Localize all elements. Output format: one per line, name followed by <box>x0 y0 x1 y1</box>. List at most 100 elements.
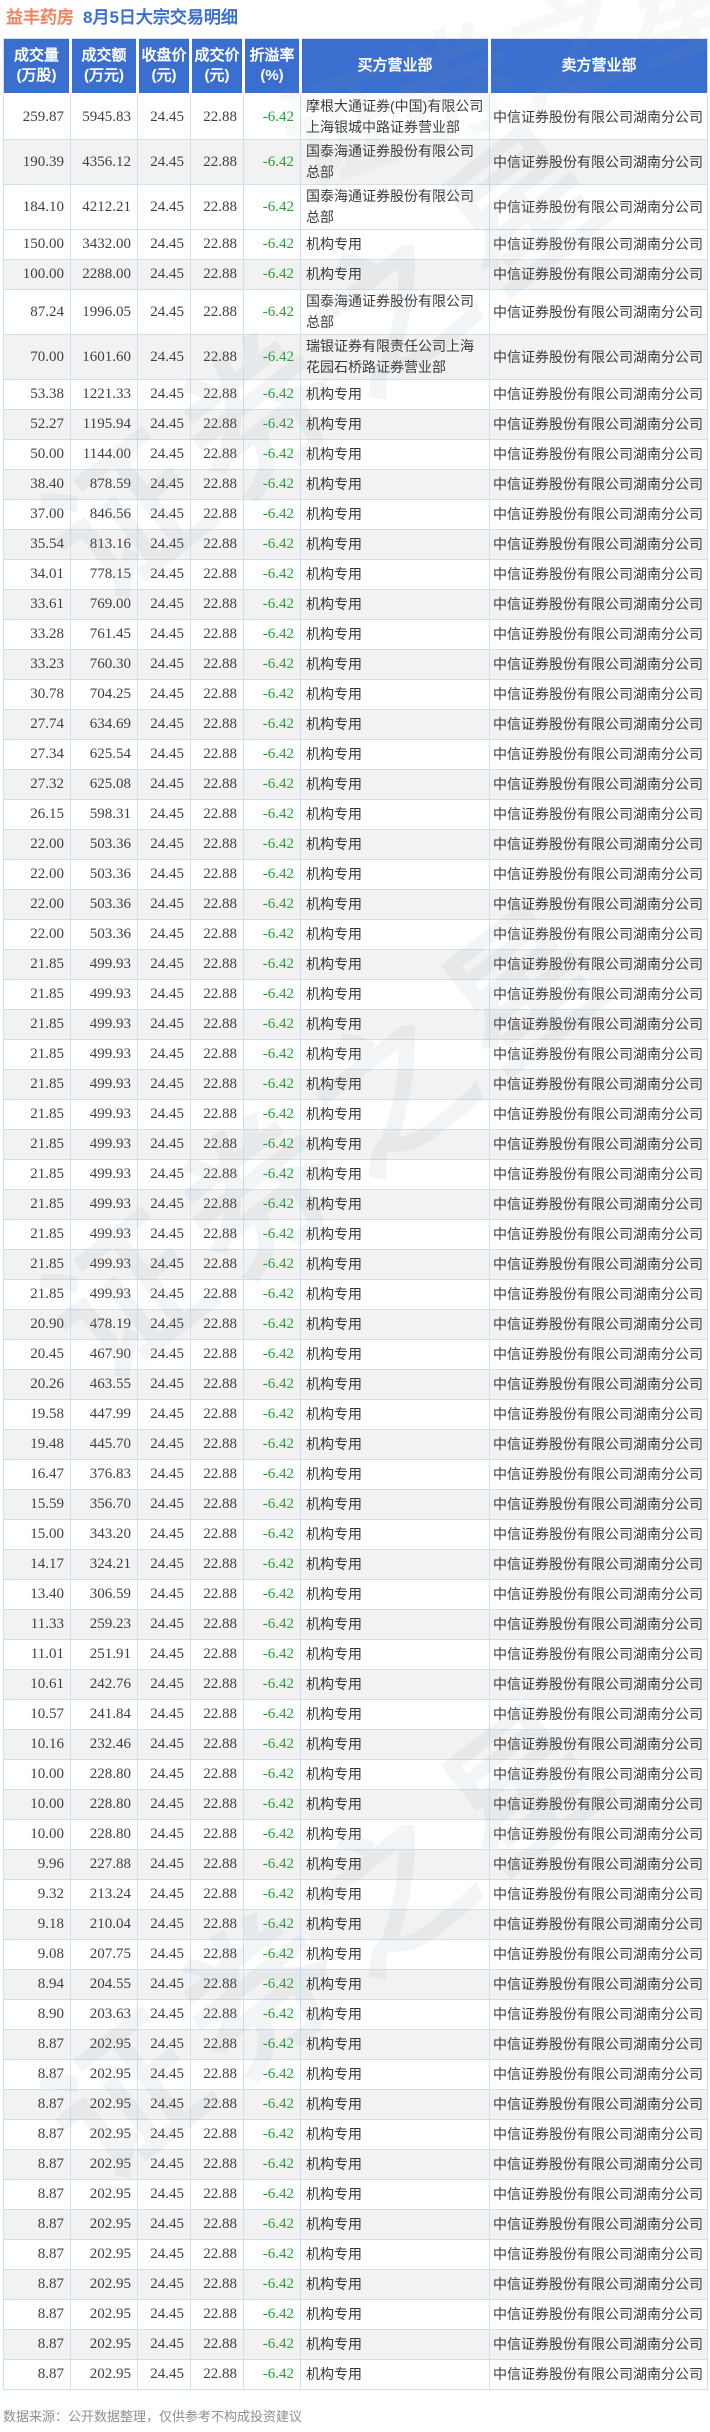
cell-buyer: 机构专用 <box>301 980 490 1010</box>
table-row: 10.00228.8024.4522.88-6.42机构专用中信证券股份有限公司… <box>4 1790 708 1820</box>
cell-buyer: 机构专用 <box>301 1970 490 2000</box>
cell-price: 22.88 <box>191 2120 244 2150</box>
table-row: 21.85499.9324.4522.88-6.42机构专用中信证券股份有限公司… <box>4 1220 708 1250</box>
cell-premium: -6.42 <box>244 1100 301 1130</box>
cell-price: 22.88 <box>191 2330 244 2360</box>
table-row: 26.15598.3124.4522.88-6.42机构专用中信证券股份有限公司… <box>4 800 708 830</box>
cell-buyer: 机构专用 <box>301 1070 490 1100</box>
cell-volume: 50.00 <box>4 440 71 470</box>
column-header-buyer: 买方营业部 <box>301 39 490 95</box>
cell-volume: 8.90 <box>4 2000 71 2030</box>
cell-premium: -6.42 <box>244 380 301 410</box>
cell-price: 22.88 <box>191 590 244 620</box>
cell-amount: 499.93 <box>71 1160 138 1190</box>
cell-seller: 中信证券股份有限公司湖南分公司 <box>490 1010 708 1040</box>
cell-buyer: 机构专用 <box>301 500 490 530</box>
cell-buyer: 机构专用 <box>301 1850 490 1880</box>
cell-price: 22.88 <box>191 2180 244 2210</box>
cell-close: 24.45 <box>138 1580 191 1610</box>
cell-buyer: 机构专用 <box>301 2090 490 2120</box>
cell-seller: 中信证券股份有限公司湖南分公司 <box>490 1070 708 1100</box>
table-row: 20.26463.5524.4522.88-6.42机构专用中信证券股份有限公司… <box>4 1370 708 1400</box>
cell-close: 24.45 <box>138 230 191 260</box>
cell-seller: 中信证券股份有限公司湖南分公司 <box>490 1430 708 1460</box>
table-row: 8.87202.9524.4522.88-6.42机构专用中信证券股份有限公司湖… <box>4 2210 708 2240</box>
cell-close: 24.45 <box>138 1040 191 1070</box>
cell-amount: 1221.33 <box>71 380 138 410</box>
cell-volume: 33.61 <box>4 590 71 620</box>
cell-premium: -6.42 <box>244 2330 301 2360</box>
cell-close: 24.45 <box>138 2030 191 2060</box>
cell-price: 22.88 <box>191 2240 244 2270</box>
cell-seller: 中信证券股份有限公司湖南分公司 <box>490 1760 708 1790</box>
cell-close: 24.45 <box>138 1850 191 1880</box>
cell-price: 22.88 <box>191 440 244 470</box>
cell-seller: 中信证券股份有限公司湖南分公司 <box>490 2000 708 2030</box>
table-row: 190.394356.1224.4522.88-6.42国泰海通证券股份有限公司… <box>4 140 708 185</box>
cell-amount: 202.95 <box>71 2060 138 2090</box>
table-body: 259.875945.8324.4522.88-6.42摩根大通证券(中国)有限… <box>4 94 708 2390</box>
table-row: 8.87202.9524.4522.88-6.42机构专用中信证券股份有限公司湖… <box>4 2120 708 2150</box>
cell-buyer: 机构专用 <box>301 2180 490 2210</box>
cell-seller: 中信证券股份有限公司湖南分公司 <box>490 94 708 140</box>
cell-price: 22.88 <box>191 1280 244 1310</box>
cell-close: 24.45 <box>138 650 191 680</box>
cell-amount: 499.93 <box>71 1190 138 1220</box>
cell-seller: 中信证券股份有限公司湖南分公司 <box>490 890 708 920</box>
cell-buyer: 机构专用 <box>301 1880 490 1910</box>
table-row: 10.61242.7624.4522.88-6.42机构专用中信证券股份有限公司… <box>4 1670 708 1700</box>
cell-price: 22.88 <box>191 380 244 410</box>
cell-price: 22.88 <box>191 1700 244 1730</box>
cell-buyer: 机构专用 <box>301 860 490 890</box>
cell-premium: -6.42 <box>244 1490 301 1520</box>
cell-price: 22.88 <box>191 2060 244 2090</box>
cell-close: 24.45 <box>138 590 191 620</box>
cell-buyer: 机构专用 <box>301 2270 490 2300</box>
cell-buyer: 机构专用 <box>301 1220 490 1250</box>
table-row: 8.87202.9524.4522.88-6.42机构专用中信证券股份有限公司湖… <box>4 2180 708 2210</box>
cell-close: 24.45 <box>138 1490 191 1520</box>
table-row: 8.87202.9524.4522.88-6.42机构专用中信证券股份有限公司湖… <box>4 2090 708 2120</box>
cell-seller: 中信证券股份有限公司湖南分公司 <box>490 1580 708 1610</box>
cell-seller: 中信证券股份有限公司湖南分公司 <box>490 740 708 770</box>
cell-price: 22.88 <box>191 1430 244 1460</box>
cell-close: 24.45 <box>138 2090 191 2120</box>
cell-buyer: 机构专用 <box>301 890 490 920</box>
table-row: 9.96227.8824.4522.88-6.42机构专用中信证券股份有限公司湖… <box>4 1850 708 1880</box>
table-row: 16.47376.8324.4522.88-6.42机构专用中信证券股份有限公司… <box>4 1460 708 1490</box>
cell-premium: -6.42 <box>244 1940 301 1970</box>
cell-price: 22.88 <box>191 1970 244 2000</box>
cell-close: 24.45 <box>138 2360 191 2390</box>
cell-seller: 中信证券股份有限公司湖南分公司 <box>490 710 708 740</box>
table-row: 8.87202.9524.4522.88-6.42机构专用中信证券股份有限公司湖… <box>4 2030 708 2060</box>
cell-amount: 4356.12 <box>71 140 138 185</box>
column-header-close: 收盘价(元) <box>138 39 191 95</box>
cell-amount: 625.54 <box>71 740 138 770</box>
cell-amount: 761.45 <box>71 620 138 650</box>
cell-seller: 中信证券股份有限公司湖南分公司 <box>490 1040 708 1070</box>
cell-amount: 202.95 <box>71 2120 138 2150</box>
cell-volume: 190.39 <box>4 140 71 185</box>
cell-premium: -6.42 <box>244 1520 301 1550</box>
cell-volume: 100.00 <box>4 260 71 290</box>
cell-buyer: 机构专用 <box>301 1820 490 1850</box>
table-row: 9.18210.0424.4522.88-6.42机构专用中信证券股份有限公司湖… <box>4 1910 708 1940</box>
cell-buyer: 摩根大通证券(中国)有限公司上海银城中路证券营业部 <box>301 94 490 140</box>
cell-price: 22.88 <box>191 1820 244 1850</box>
cell-buyer: 机构专用 <box>301 230 490 260</box>
cell-buyer: 机构专用 <box>301 1310 490 1340</box>
cell-buyer: 机构专用 <box>301 1910 490 1940</box>
cell-amount: 232.46 <box>71 1730 138 1760</box>
cell-seller: 中信证券股份有限公司湖南分公司 <box>490 140 708 185</box>
cell-buyer: 机构专用 <box>301 1790 490 1820</box>
cell-seller: 中信证券股份有限公司湖南分公司 <box>490 680 708 710</box>
cell-close: 24.45 <box>138 770 191 800</box>
cell-amount: 5945.83 <box>71 94 138 140</box>
cell-price: 22.88 <box>191 1340 244 1370</box>
cell-volume: 8.94 <box>4 1970 71 2000</box>
cell-close: 24.45 <box>138 1880 191 1910</box>
cell-buyer: 机构专用 <box>301 2000 490 2030</box>
cell-amount: 1144.00 <box>71 440 138 470</box>
cell-amount: 499.93 <box>71 1070 138 1100</box>
table-row: 259.875945.8324.4522.88-6.42摩根大通证券(中国)有限… <box>4 94 708 140</box>
